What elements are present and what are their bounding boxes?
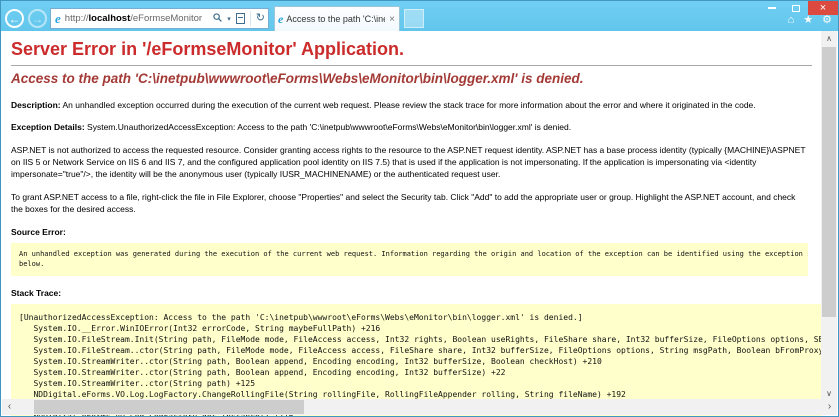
url-prefix: http:// <box>65 13 89 24</box>
exception-details-text: System.UnauthorizedAccessException: Acce… <box>85 122 571 132</box>
url-path: /eFormseMonitor <box>130 13 202 24</box>
refresh-icon[interactable]: ↻ <box>256 13 265 24</box>
window-controls: × <box>760 1 838 15</box>
scroll-right-icon[interactable]: › <box>822 399 837 415</box>
forward-button[interactable]: → <box>28 9 47 28</box>
search-icon[interactable] <box>213 13 222 25</box>
minimize-button[interactable] <box>760 1 784 15</box>
maximize-icon <box>792 5 800 12</box>
vertical-scrollbar[interactable]: ∧ ∨ <box>821 31 837 401</box>
home-icon[interactable]: ⌂ <box>788 15 795 26</box>
error-subtitle: Access to the path 'C:\inetpub\wwwroot\e… <box>11 71 822 86</box>
exception-details-paragraph: Exception Details: System.UnauthorizedAc… <box>11 121 808 133</box>
back-button[interactable]: ← <box>5 9 24 28</box>
browser-window: ← → e http://localhost/eFormseMonitor ▾ … <box>0 0 839 417</box>
new-tab-button[interactable] <box>404 9 424 28</box>
tab-close-icon[interactable]: × <box>385 14 399 25</box>
search-dropdown-icon[interactable]: ▾ <box>227 15 231 23</box>
description-paragraph: Description: An unhandled exception occu… <box>11 99 808 111</box>
address-bar[interactable]: e http://localhost/eFormseMonitor ▾ ↻ <box>50 8 269 29</box>
tab-favicon-icon: e <box>278 12 283 27</box>
browser-tab[interactable]: e Access to the path 'C:\inetp... × <box>274 6 400 31</box>
settings-gear-icon[interactable]: ⚙ <box>822 15 832 26</box>
address-divider <box>250 11 251 26</box>
exception-details-label: Exception Details: <box>11 122 85 132</box>
close-icon: × <box>820 3 826 14</box>
scroll-up-icon[interactable]: ∧ <box>821 31 837 46</box>
back-icon: ← <box>9 12 21 26</box>
error-page-content: Server Error in '/eFormseMonitor' Applic… <box>1 31 822 416</box>
error-page: Server Error in '/eFormseMonitor' Applic… <box>1 31 822 416</box>
aspnet-identity-paragraph: ASP.NET is not authorized to access the … <box>11 144 808 181</box>
tab-title: Access to the path 'C:\inetp... <box>286 14 385 24</box>
description-label: Description: <box>11 100 61 110</box>
scroll-left-icon[interactable]: ‹ <box>2 399 17 415</box>
divider <box>11 65 812 66</box>
close-button[interactable]: × <box>808 1 838 15</box>
ie-page-icon: e <box>55 11 61 27</box>
forward-icon: → <box>32 12 44 26</box>
horizontal-scrollbar[interactable]: ‹ › <box>2 399 837 415</box>
grant-access-paragraph: To grant ASP.NET access to a file, right… <box>11 191 808 216</box>
source-error-box: An unhandled exception was generated dur… <box>11 243 808 276</box>
page-viewport: Server Error in '/eFormseMonitor' Applic… <box>1 31 838 416</box>
description-text: An unhandled exception occurred during t… <box>61 100 756 110</box>
browser-chrome: ← → e http://localhost/eFormseMonitor ▾ … <box>1 1 838 32</box>
stack-trace-label: Stack Trace: <box>11 288 822 298</box>
toolbar-quick-icons: ⌂ ★ ⚙ <box>788 15 832 26</box>
favorites-star-icon[interactable]: ★ <box>803 15 813 26</box>
vertical-scrollbar-thumb[interactable] <box>822 47 836 317</box>
maximize-button[interactable] <box>784 1 808 15</box>
url-host: localhost <box>89 13 131 24</box>
source-error-label: Source Error: <box>11 227 822 237</box>
page-title: Server Error in '/eFormseMonitor' Applic… <box>11 39 822 60</box>
minimize-icon <box>768 7 776 9</box>
compatibility-view-icon[interactable] <box>236 13 245 24</box>
horizontal-scrollbar-thumb[interactable] <box>34 400 304 414</box>
